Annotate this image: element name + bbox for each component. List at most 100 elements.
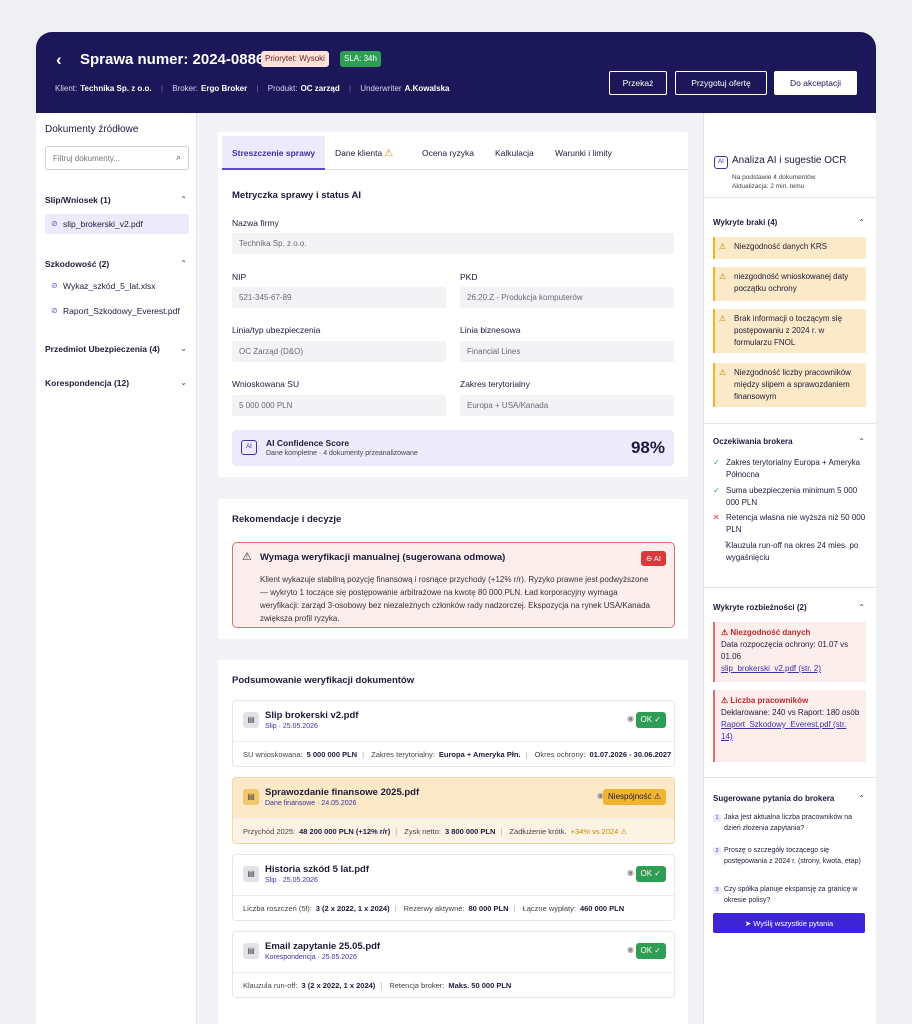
page-title: Sprawa numer: 2024-0886 (80, 51, 265, 68)
section-discrepancies[interactable]: Wykryte rozbieżności (2) ⌃ (713, 603, 865, 612)
document-meta: Dane finansowe · 24.05.2026 (265, 800, 357, 807)
eye-icon[interactable]: ◉ (627, 714, 634, 723)
send-all-questions-button[interactable]: ➤ Wyślij wszystkie pytania (713, 913, 865, 933)
sla-badge: SLA: 34h (340, 51, 381, 67)
prepare-offer-button[interactable]: Przygotuj ofertę (675, 71, 767, 95)
document-meta: Slip · 25.05.2026 (265, 877, 318, 884)
field-business-line: Financial Lines (460, 341, 674, 362)
priority-badge: Priorytet: Wysoki (261, 51, 329, 67)
source-link[interactable]: slip_brokerski_v2.pdf (str. 2) (721, 663, 860, 675)
field-label: Linia/typ ubezpieczenia (232, 325, 321, 335)
tab-terms-limits[interactable]: Warunki i limity (545, 136, 622, 170)
ai-analysis-panel: AI Analiza AI i sugestie OCR Na podstawi… (703, 113, 876, 1024)
document-name: Slip brokerski v2.pdf (265, 710, 359, 721)
section-expectations[interactable]: Oczekiwania brokera ⌃ (713, 437, 865, 446)
chevron-down-icon: ⌄ (180, 344, 187, 353)
group-correspondence[interactable]: Korespondencja (12) ⌄ (45, 378, 189, 388)
document-card[interactable]: ▤ Slip brokerski v2.pdf Slip · 25.05.202… (232, 700, 675, 767)
section-gaps[interactable]: Wykryte braki (4) ⌃ (713, 218, 865, 227)
warning-icon: ⚠ Liczba pracowników (721, 696, 809, 705)
discrepancy-item: ⚠ Liczba pracowników Deklarowane: 240 vs… (713, 690, 866, 762)
status-badge: OK ✓ (635, 712, 666, 728)
chevron-up-icon: ⌃ (180, 259, 187, 268)
check-icon: ✓ (713, 486, 720, 495)
field-company-name: Technika Sp. z o.o. (232, 233, 674, 254)
document-card[interactable]: ▤ Sprawozdanie finansowe 2025.pdf Dane f… (232, 777, 675, 844)
document-name: Email zapytanie 25.05.pdf (265, 941, 381, 952)
documents-summary-card: Podsumowanie weryfikacji dokumentów ▤ Sl… (218, 660, 688, 1024)
chevron-up-icon: ⌃ (858, 218, 865, 227)
document-icon: ▤ (243, 943, 259, 959)
tab-client-data[interactable]: Dane klienta ⚠ (325, 136, 403, 170)
file-slip-brokerski[interactable]: ⊘ slip_brokerski_v2.pdf (45, 214, 189, 234)
to-acceptance-button[interactable]: Do akceptacji (774, 71, 857, 95)
panel-title: Analiza AI i sugestie OCR (732, 155, 847, 166)
attachment-icon: ⊘ (51, 306, 58, 315)
ai-tag: ⊖ AI (640, 551, 666, 566)
document-fields: Liczba roszczeń (5l): 3 (2 x 2022, 1 x 20… (243, 904, 625, 913)
ai-chip-icon: AI (714, 156, 728, 169)
document-meta: Slip · 25.05.2026 (265, 723, 318, 730)
group-claims[interactable]: Szkodowość (2) ⌃ (45, 259, 189, 269)
section-title: Podsumowanie weryfikacji dokumentów (232, 675, 415, 686)
chevron-down-icon: ⌄ (180, 378, 187, 387)
panel-subtitle: Na podstawie 4 dokumentów (732, 174, 816, 181)
ai-chip-icon: AI (241, 440, 257, 455)
eye-icon[interactable]: ◉ (627, 868, 634, 877)
group-slip[interactable]: Slip/Wniosek (1) ⌃ (45, 195, 189, 205)
question-item: 2 Proszę o szczegóły toczącego się postęp… (713, 846, 866, 867)
section-title: Rekomendacje i decyzje (232, 514, 342, 525)
file-claims-report[interactable]: ⊘ Raport_Szkodowy_Everest.pdf (45, 301, 189, 321)
question-item: 1 Jaka jest aktualna liczba pracowników n… (713, 813, 866, 834)
source-documents-panel: Dokumenty źródłowe ⌕ Slip/Wniosek (1)⌃ ⊘… (36, 113, 197, 1024)
tab-risk-assessment[interactable]: Ocena ryzyka (412, 136, 484, 170)
discrepancy-item: ⚠ Niezgodność danych Data rozpoczęcia oc… (713, 622, 866, 682)
question-item: 3 Czy spółka planuje ekspansję za granicę… (713, 885, 866, 906)
warning-icon: ⚠ (719, 314, 727, 323)
document-name: Historia szkód 5 lat.pdf (265, 864, 369, 875)
eye-icon[interactable]: ◉ (627, 945, 634, 954)
question-icon: ? (724, 540, 729, 549)
tab-bar: Streszczenie sprawy Dane klienta ⚠ Ocena … (222, 136, 688, 170)
document-fields: SU wnioskowana: 5 000 000 PLN | Zakres ter… (243, 750, 672, 759)
filter-input[interactable] (53, 148, 163, 168)
metrics-card: Streszczenie sprawy Dane klienta ⚠ Ocena … (218, 132, 688, 477)
app-frame: ‹ Sprawa numer: 2024-0886 Priorytet: Wys… (36, 32, 876, 1024)
case-header: ‹ Sprawa numer: 2024-0886 Priorytet: Wys… (36, 32, 876, 113)
group-insurance-subject[interactable]: Przedmiot Ubezpieczenia (4) ⌄ (45, 344, 189, 354)
chevron-up-icon: ⌃ (858, 603, 865, 612)
attachment-icon: ⊘ (51, 281, 58, 290)
field-insurance-line: OC Zarząd (D&O) (232, 341, 446, 362)
status-badge: OK ✓ (635, 943, 666, 959)
field-label: NIP (232, 272, 247, 282)
ai-score-subtitle: Dane kompletne · 4 dokumenty przeanalizo… (266, 450, 418, 457)
field-label: Nazwa firmy (232, 218, 279, 228)
panel-title: Dokumenty źródłowe (45, 124, 139, 135)
file-claims-list[interactable]: ⊘ Wykaz_szkód_5_lat.xlsx (45, 276, 189, 296)
recommendation-card: Rekomendacje i decyzje ⚠ Wymaga weryfika… (218, 499, 688, 639)
gap-item: ⚠ Brak informacji o toczącym się postępow… (713, 309, 866, 353)
section-questions[interactable]: Sugerowane pytania do brokera ⌃ (713, 794, 865, 803)
source-link[interactable]: Raport_Szkodowy_Everest.pdf (str. 14) (721, 719, 860, 743)
field-territory: Europa + USA/Kanada (460, 395, 674, 416)
warning-icon: ⚠ (719, 368, 727, 377)
document-icon: ▤ (243, 866, 259, 882)
chevron-up-icon: ⌃ (180, 195, 187, 204)
warning-icon: ⚠ (719, 242, 727, 251)
document-card[interactable]: ▤ Email zapytanie 25.05.pdf Korespondenc… (232, 931, 675, 998)
expectation-item: ? Klauzula run-off na okres 24 mies. po w… (713, 540, 866, 564)
alert-text: Klient wykazuje stabilną pozycję finanso… (260, 575, 650, 623)
search-icon[interactable]: ⌕ (176, 152, 181, 163)
document-icon: ▤ (243, 712, 259, 728)
document-card[interactable]: ▤ Historia szkód 5 lat.pdf Slip · 25.05.… (232, 854, 675, 921)
chevron-up-icon: ⌃ (858, 794, 865, 803)
alert-title: Wymaga weryfikacji manualnej (sugerowana… (260, 552, 506, 563)
back-arrow-icon[interactable]: ‹ (56, 50, 62, 70)
forward-button[interactable]: Przekaż (609, 71, 667, 95)
tab-calculation[interactable]: Kalkulacja (485, 136, 544, 170)
tab-summary[interactable]: Streszczenie sprawy (222, 136, 326, 170)
gap-item: ⚠ Niezgodność danych KRS (713, 237, 866, 259)
question-number: 2 (713, 847, 721, 855)
warning-icon: ⚠ Niezgodność danych (721, 628, 811, 637)
ai-score-value: 98% (630, 438, 665, 457)
